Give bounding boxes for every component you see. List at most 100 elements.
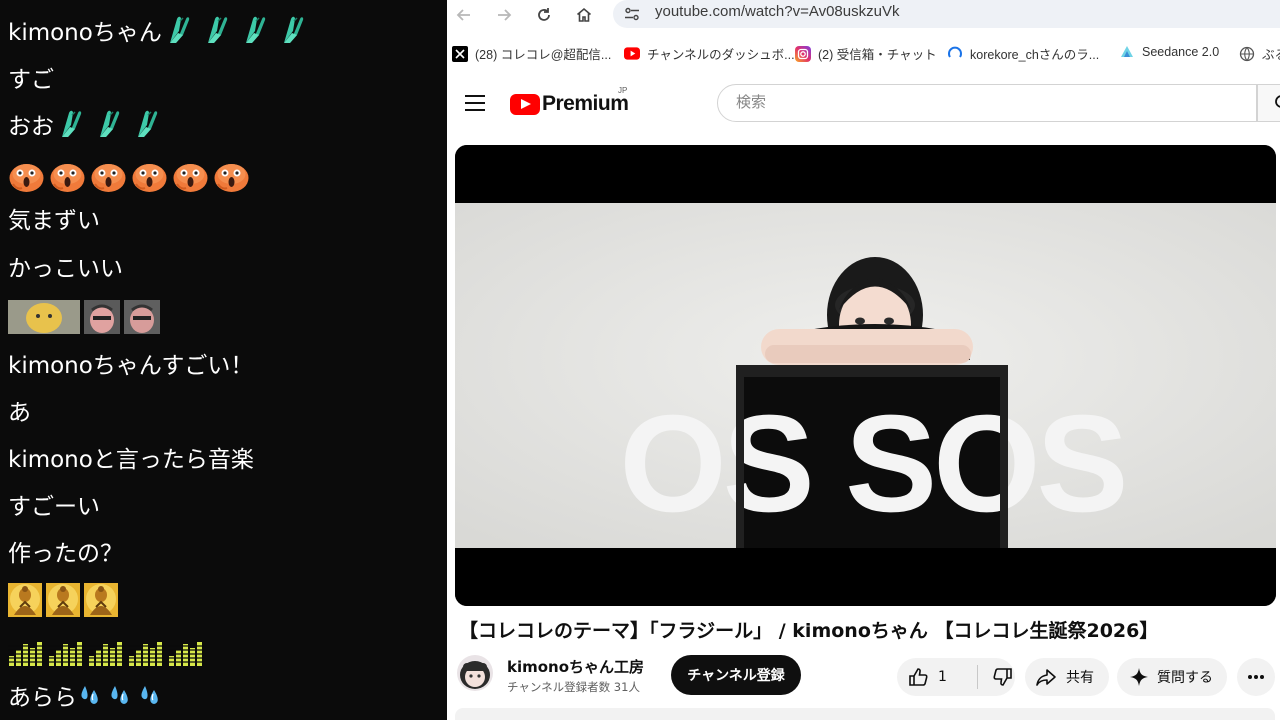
bookmark-label: (28) コレコレ@超配信... bbox=[475, 48, 612, 62]
buddha-emote-icon bbox=[46, 583, 80, 617]
video-player[interactable]: OS SOS bbox=[455, 145, 1276, 606]
sweat-drops-emote-icon bbox=[137, 682, 163, 708]
channel-avatar[interactable] bbox=[457, 655, 493, 691]
orange-face-emote-icon bbox=[8, 160, 45, 192]
forward-arrow-icon[interactable] bbox=[491, 2, 517, 28]
logo-text: Premium bbox=[542, 92, 629, 115]
equalizer-emote-icon bbox=[48, 640, 84, 666]
chat-message-text: すごーい bbox=[8, 494, 100, 520]
youtube-header: Premium JP bbox=[447, 76, 1280, 132]
search-button[interactable] bbox=[1257, 84, 1280, 122]
subscribe-button[interactable]: チャンネル登録 bbox=[671, 655, 801, 695]
logo-region: JP bbox=[618, 86, 628, 95]
chat-message bbox=[8, 156, 254, 196]
bookmark-channel-dashboard[interactable]: チャンネルのダッシュボ... bbox=[624, 44, 795, 63]
pray-emote-icon bbox=[54, 107, 88, 141]
more-actions-button[interactable] bbox=[1237, 658, 1275, 696]
chat-message: かっこいい bbox=[8, 246, 123, 286]
bookmark-label: ぶる bbox=[1262, 48, 1280, 62]
bookmark-korekore-x[interactable]: (28) コレコレ@超配信... bbox=[452, 44, 611, 63]
share-button[interactable]: 共有 bbox=[1025, 658, 1109, 696]
equalizer-emote-icon bbox=[88, 640, 124, 666]
browser-toolbar: youtube.com/watch?v=Av08uskzuVk bbox=[447, 0, 1280, 30]
orange-face-emote-icon bbox=[213, 160, 250, 192]
like-dislike-group: 1 bbox=[897, 658, 1015, 696]
youtube-play-icon bbox=[510, 93, 540, 115]
bookmark-label: (2) 受信箱・チャット bbox=[818, 48, 937, 62]
pray-emote-icon bbox=[276, 13, 310, 47]
chat-message-text: おお bbox=[8, 114, 54, 140]
buddha-emote-icon bbox=[84, 583, 118, 617]
search-icon bbox=[1275, 95, 1280, 108]
chat-message bbox=[8, 633, 208, 673]
bookmark-instagram-inbox[interactable]: (2) 受信箱・チャット bbox=[795, 44, 937, 63]
equalizer-emote-icon bbox=[8, 640, 44, 666]
globe-icon bbox=[1239, 46, 1255, 62]
bookmark-seedance[interactable]: Seedance 2.0 bbox=[1119, 44, 1219, 60]
chat-message-text: 作ったの？ bbox=[8, 541, 123, 567]
box-text: OS SOS bbox=[619, 387, 1124, 541]
ask-button[interactable]: 質問する bbox=[1117, 658, 1227, 696]
ask-label: 質問する bbox=[1157, 670, 1213, 686]
menu-icon[interactable] bbox=[465, 95, 485, 111]
orange-face-emote-icon bbox=[90, 160, 127, 192]
url-text: youtube.com/watch?v=Av08uskzuVk bbox=[655, 3, 900, 20]
share-label: 共有 bbox=[1066, 670, 1094, 686]
photo-emote-icon bbox=[84, 300, 120, 334]
pray-emote-icon bbox=[130, 107, 164, 141]
home-icon[interactable] bbox=[571, 2, 597, 28]
subscriber-count: チャンネル登録者数 31人 bbox=[507, 680, 640, 694]
share-icon bbox=[1036, 669, 1056, 686]
chat-message: おお bbox=[8, 104, 168, 144]
chat-message-text: かっこいい bbox=[8, 256, 123, 282]
thumbs-up-icon bbox=[909, 668, 928, 686]
video-frame: OS SOS bbox=[455, 145, 1276, 606]
bookmark-korekore-ch[interactable]: korekore_chさんのラ... bbox=[947, 44, 1099, 63]
loading-icon bbox=[947, 46, 963, 62]
chat-message: すごーい bbox=[8, 484, 100, 524]
like-button[interactable]: 1 bbox=[897, 666, 977, 688]
orange-face-emote-icon bbox=[49, 160, 86, 192]
chat-message bbox=[8, 580, 122, 620]
channel-name[interactable]: kimonoちゃん工房 bbox=[507, 656, 644, 677]
chat-message-text: あ bbox=[8, 400, 31, 426]
bookmark-globe[interactable]: ぶる bbox=[1239, 44, 1280, 63]
bookmarks-bar: (28) コレコレ@超配信... チャンネルのダッシュボ... (2) 受信箱・… bbox=[447, 38, 1280, 68]
youtube-premium-logo[interactable]: Premium JP bbox=[510, 86, 629, 116]
dislike-button[interactable] bbox=[978, 666, 1014, 688]
bookmark-label: korekore_chさんのラ... bbox=[970, 48, 1100, 62]
sweat-drops-emote-icon bbox=[107, 682, 133, 708]
chat-message: 作ったの？ bbox=[8, 531, 123, 571]
address-bar[interactable]: youtube.com/watch?v=Av08uskzuVk bbox=[613, 0, 1280, 28]
chat-message: kimonoちゃん bbox=[8, 10, 314, 50]
equalizer-emote-icon bbox=[128, 640, 164, 666]
equalizer-emote-icon bbox=[168, 640, 204, 666]
browser-window: youtube.com/watch?v=Av08uskzuVk (28) コレコ… bbox=[447, 0, 1280, 720]
x-icon bbox=[452, 45, 468, 62]
thumbs-down-icon bbox=[993, 668, 1012, 686]
site-settings-icon[interactable] bbox=[623, 5, 641, 27]
live-chat-panel: kimonoちゃん すご おお 気まずい かっこいい kimonoちゃんすごい！ あ kimo… bbox=[0, 0, 447, 720]
chat-message bbox=[8, 297, 164, 337]
bookmark-label: Seedance 2.0 bbox=[1142, 45, 1220, 59]
like-count: 1 bbox=[938, 669, 947, 685]
photo-emote-icon bbox=[124, 300, 160, 334]
description-box-edge bbox=[455, 708, 1275, 720]
youtube-icon bbox=[624, 46, 640, 62]
chat-message: kimonoと言ったら音楽 bbox=[8, 437, 254, 477]
channel-row: kimonoちゃん工房 チャンネル登録者数 31人 チャンネル登録 1 共有 質… bbox=[447, 652, 1280, 702]
chat-message-text: すご bbox=[8, 67, 54, 93]
back-arrow-icon[interactable] bbox=[451, 2, 477, 28]
sparkle-icon bbox=[1130, 668, 1148, 686]
sos-box: OS SOS bbox=[619, 365, 1129, 548]
chat-message: あらら bbox=[8, 675, 167, 715]
bookmark-label: チャンネルのダッシュボ... bbox=[647, 48, 795, 62]
search-input[interactable] bbox=[734, 92, 1218, 112]
search-box bbox=[717, 84, 1257, 122]
reload-icon[interactable] bbox=[531, 2, 557, 28]
chat-message-text: kimonoちゃん bbox=[8, 20, 162, 46]
pray-emote-icon bbox=[200, 13, 234, 47]
chat-message: すご bbox=[8, 57, 54, 97]
pray-emote-icon bbox=[92, 107, 126, 141]
orange-face-emote-icon bbox=[172, 160, 209, 192]
